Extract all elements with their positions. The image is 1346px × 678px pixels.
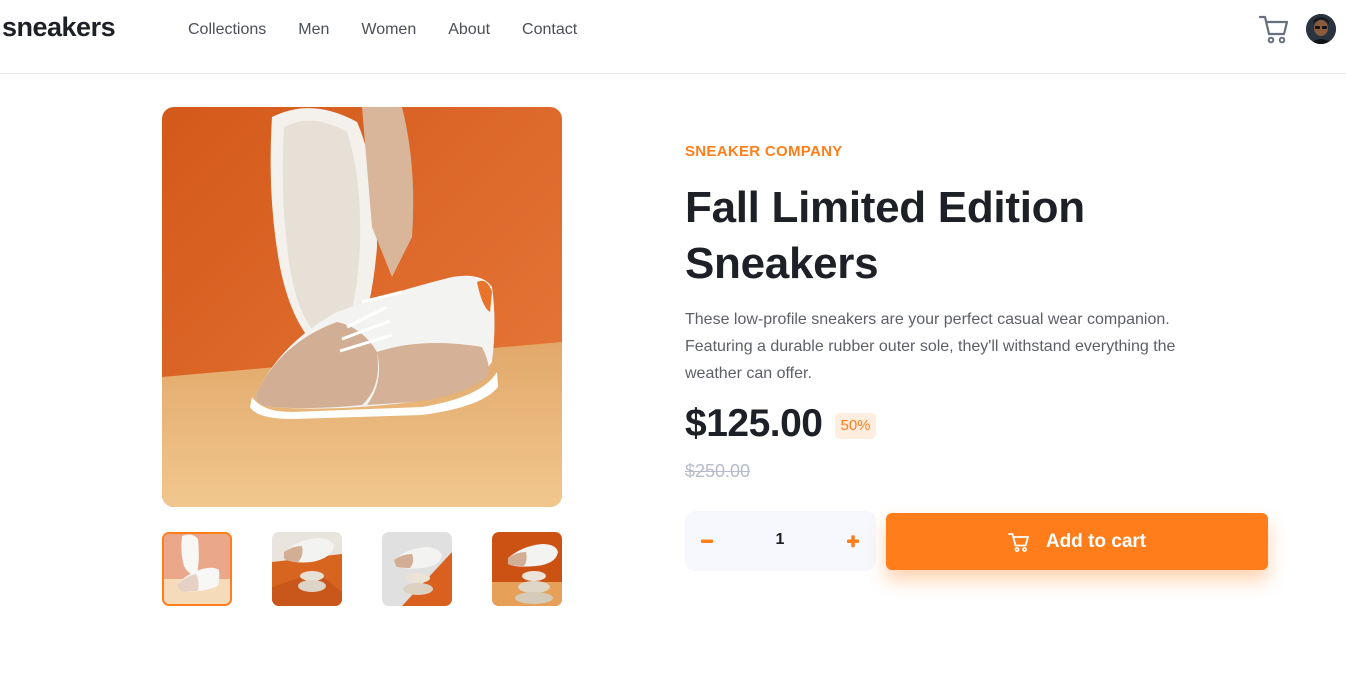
avatar[interactable] [1306, 14, 1336, 44]
thumbnail-4[interactable] [492, 532, 562, 606]
increase-quantity-button[interactable] [845, 529, 861, 553]
thumbnail-2-image [272, 532, 342, 606]
site-header: sneakers Collections Men Women About Con… [0, 0, 1346, 74]
product-title: Fall Limited Edition Sneakers [685, 183, 1085, 288]
quantity-stepper: 1 [685, 511, 876, 571]
original-price: $250.00 [685, 461, 751, 481]
quantity-value: 1 [775, 531, 785, 548]
minus-icon [701, 539, 713, 543]
main-nav: Collections Men Women About Contact [188, 20, 577, 40]
nav-item-men[interactable]: Men [298, 20, 329, 40]
product-main-image[interactable] [162, 107, 562, 507]
thumbnail-1-image [164, 534, 230, 604]
thumbnail-strip [162, 532, 562, 606]
thumbnail-3[interactable] [382, 532, 452, 606]
add-to-cart-label: Add to cart [1045, 530, 1147, 552]
thumbnail-3-image [382, 532, 452, 606]
decrease-quantity-button[interactable] [699, 529, 715, 553]
add-to-cart-button[interactable]: Add to cart [886, 513, 1268, 570]
discount-badge: 50% [835, 413, 876, 439]
nav-item-about[interactable]: About [448, 20, 490, 40]
product-description: These low-profile sneakers are your perf… [685, 311, 1176, 382]
nav-item-collections[interactable]: Collections [188, 20, 266, 40]
thumbnail-2[interactable] [272, 532, 342, 606]
cart-icon [1258, 15, 1289, 44]
site-logo[interactable]: sneakers [2, 12, 116, 43]
cart-icon [1007, 532, 1029, 552]
nav-item-contact[interactable]: Contact [522, 20, 577, 40]
product-price: $125.00 [685, 402, 823, 445]
cart-button[interactable] [1258, 14, 1290, 44]
nav-item-women[interactable]: Women [361, 20, 416, 40]
avatar-icon [1306, 14, 1336, 44]
plus-icon [847, 535, 859, 548]
thumbnail-1[interactable] [162, 532, 232, 606]
product-company: SNEAKER COMPANY [685, 143, 843, 160]
sneaker-product-photo [162, 107, 562, 507]
thumbnail-4-image [492, 532, 562, 606]
